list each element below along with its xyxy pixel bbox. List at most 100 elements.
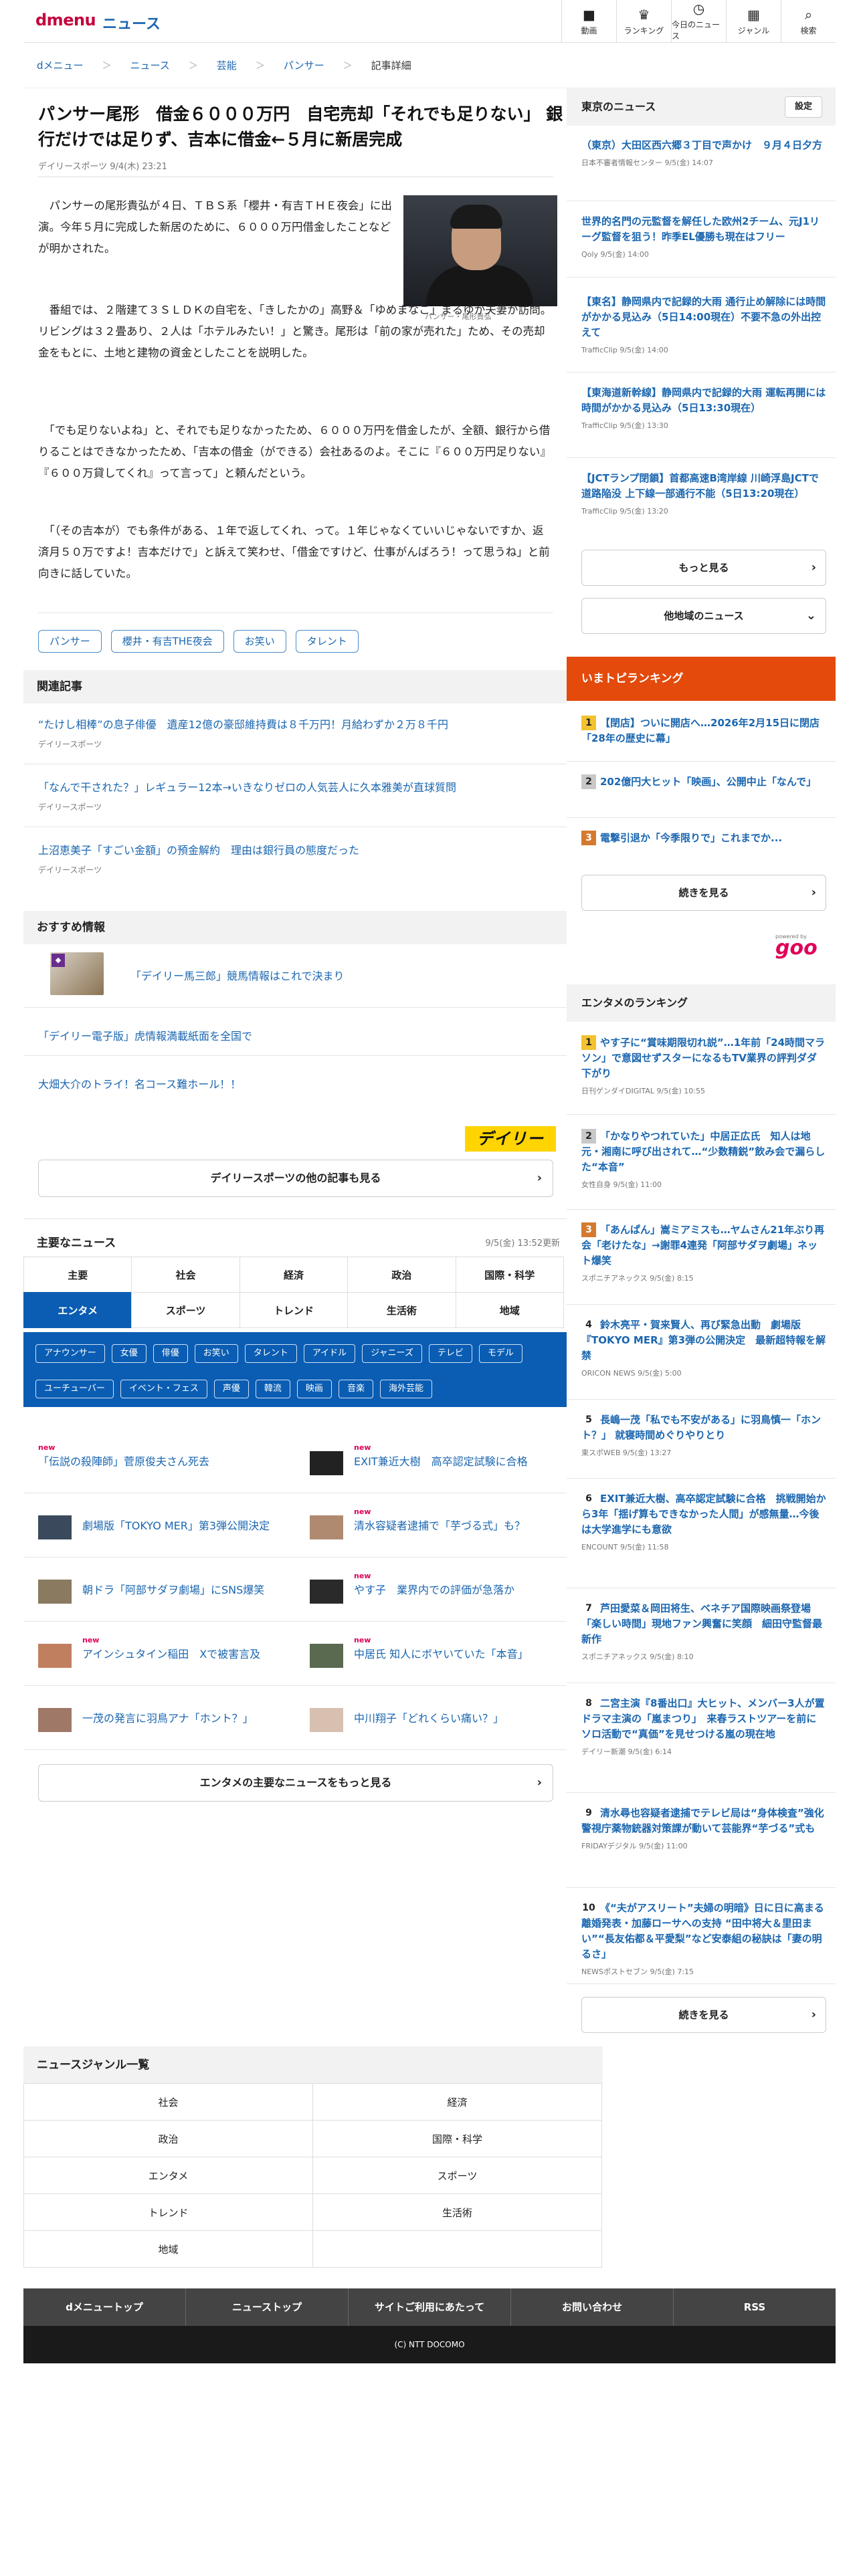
settings-button[interactable]: 設定	[785, 96, 822, 118]
ranking-title[interactable]: 202億円大ヒット「映画」、公開中止「なんで」	[600, 776, 816, 788]
keyword-tag[interactable]: 音楽	[338, 1380, 373, 1398]
footer-link-news-top[interactable]: ニューストップ	[186, 2288, 349, 2326]
related-title[interactable]: “たけし相棒”の息子俳優 遺産12億の豪邸維持費は８千万円！月給わずか２万８千円	[38, 717, 553, 733]
genre-item[interactable]: 社会	[23, 2083, 313, 2121]
tab-keizai[interactable]: 経済	[239, 1257, 349, 1293]
local-news-title[interactable]: 【東海道新幹線】静岡県内で記録的大雨 運転再開には時間がかかる見込み（5日13:…	[581, 385, 826, 416]
keyword-tag[interactable]: 映画	[296, 1380, 332, 1398]
tab-kokusai[interactable]: 国際・科学	[455, 1257, 564, 1293]
news-item[interactable]: new アインシュタイン稲田 Xで被害言及	[23, 1621, 295, 1685]
ranking-title[interactable]: 電撃引退か「今季限りで」これまでか...	[600, 832, 782, 844]
article-photo[interactable]	[403, 195, 557, 306]
ranking-item[interactable]: 1 やす子に“賞味期限切れ説”…1年前「24時間マラソン」で意図せずスターになるも…	[581, 1035, 826, 1096]
ranking-item[interactable]: 3 「あんぱん」嵩ミアミスも…ヤムさん21年ぶり再会「老けたな」→謝罪4連発「阿部…	[581, 1222, 826, 1283]
local-news-item[interactable]: 世界的名門の元監督を解任した欧州2チーム、元J1リーグ監督を狙う！昨季EL優勝も…	[581, 214, 826, 259]
keyword-tag[interactable]: お笑い	[194, 1344, 238, 1363]
daily-sports-logo[interactable]: デイリー	[465, 1126, 556, 1152]
ranking-title[interactable]: 「かなりやつれていた」中居正広氏 知人は地元・湘南に呼び出されて…“少数精鋭”飲…	[581, 1130, 825, 1173]
news-item[interactable]: 朝ドラ「阿部サダヲ劇場」にSNS爆笑	[23, 1557, 295, 1621]
keyword-tag[interactable]: 韓流	[255, 1380, 290, 1398]
tokyo-more-button[interactable]: もっと見る ›	[581, 550, 826, 586]
keyword-tag[interactable]: 俳優	[153, 1344, 188, 1363]
local-news-item[interactable]: 【東海道新幹線】静岡県内で記録的大雨 運転再開には時間がかかる見込み（5日13:…	[581, 385, 826, 431]
ranking-item[interactable]: 7 芦田愛菜＆岡田将生、ベネチア国際映画祭登場「楽しい時間」現地ファン興奮に笑顔 …	[581, 1601, 826, 1662]
ranking-item[interactable]: 2 202億円大ヒット「映画」、公開中止「なんで」	[581, 774, 826, 790]
news-title[interactable]: 中川翔子「どれくらい痛い？」	[354, 1711, 555, 1727]
ranking-item[interactable]: 6 EXIT兼近大樹、高卒認定試験に合格 挑戦開始から3年「揺げ算もできなかった人…	[581, 1491, 826, 1552]
local-news-title[interactable]: 【東名】静岡県内で記録的大雨 通行止め解除には時間がかかる見込み（5日14:00…	[581, 294, 826, 340]
tag-link[interactable]: 櫻井・有吉THE夜会	[110, 630, 224, 653]
footer-link-dmenu-top[interactable]: dメニュートップ	[23, 2288, 186, 2326]
genre-item[interactable]: 生活術	[312, 2193, 602, 2231]
ranking-item[interactable]: 3 電撃引退か「今季限りで」これまでか...	[581, 831, 826, 846]
tab-shuyou[interactable]: 主要	[23, 1257, 132, 1293]
tag-link[interactable]: タレント	[295, 630, 359, 653]
keyword-tag[interactable]: イベント・フェス	[120, 1380, 207, 1398]
ranking-item[interactable]: 2 「かなりやつれていた」中居正広氏 知人は地元・湘南に呼び出されて…“少数精鋭”…	[581, 1129, 826, 1190]
ranking-title[interactable]: EXIT兼近大樹、高卒認定試験に合格 挑戦開始から3年「揺げ算もできなかった人間…	[581, 1493, 826, 1535]
news-item[interactable]: new 「伝説の殺陣師」菅原俊夫さん死去	[23, 1428, 295, 1493]
ranking-item[interactable]: 5 長嶋一茂「私でも不安がある」に羽鳥慎一「ホント？」 就寝時間めぐりやりとり 東ス…	[581, 1412, 826, 1458]
keyword-tag[interactable]: 声優	[213, 1380, 249, 1398]
osusume-item[interactable]: 大畑大介のトライ！名コース難ホール！！	[38, 1075, 241, 1091]
news-title[interactable]: アインシュタイン稲田 Xで被害言及	[82, 1646, 283, 1662]
tab-shakai[interactable]: 社会	[131, 1257, 240, 1293]
keyword-tag[interactable]: テレビ	[428, 1344, 472, 1363]
ranking-title[interactable]: 長嶋一茂「私でも不安がある」に羽鳥慎一「ホント？」 就寝時間めぐりやりとり	[581, 1414, 821, 1441]
local-news-title[interactable]: （東京）大田区西六郷３丁目で声かけ ９月４日夕方	[581, 138, 826, 153]
genre-item[interactable]: 地域	[23, 2230, 313, 2268]
genre-item[interactable]: 経済	[312, 2083, 602, 2121]
news-title[interactable]: 劇場版「TOKYO MER」第3弾公開決定	[82, 1518, 283, 1534]
news-title[interactable]: 清水容疑者逮捕で「芋づる式」も？	[354, 1518, 555, 1534]
ranking-title[interactable]: 芦田愛菜＆岡田将生、ベネチア国際映画祭登場「楽しい時間」現地ファン興奮に笑顔 細…	[581, 1602, 822, 1645]
ranking-item[interactable]: 1 【閉店】ついに開店へ…2026年2月15日に閉店「28年の歴史に幕」	[581, 716, 826, 746]
ranking-title[interactable]: 【閉店】ついに開店へ…2026年2月15日に閉店「28年の歴史に幕」	[581, 717, 820, 744]
news-item[interactable]: new やす子 業界内での評価が急落か	[295, 1557, 567, 1621]
other-region-dropdown[interactable]: 他地域のニュース ⌄	[581, 598, 826, 634]
news-item[interactable]: 一茂の発言に羽鳥アナ「ホント？」	[23, 1685, 295, 1749]
breadcrumb-dmenu[interactable]: dメニュー	[37, 58, 84, 72]
local-news-title[interactable]: 世界的名門の元監督を解任した欧州2チーム、元J1リーグ監督を狙う！昨季EL優勝も…	[581, 214, 826, 245]
ranking-title[interactable]: 二宮主演『8番出口』大ヒット、メンバー3人が置ドラマ主演の「嵐まつり」 来春ラス…	[581, 1697, 825, 1740]
news-item[interactable]: new EXIT兼近大樹 高卒認定試験に合格	[295, 1428, 567, 1493]
footer-link-terms[interactable]: サイトご利用にあたって	[349, 2288, 511, 2326]
ranking-item[interactable]: 10 《“夫がアスリート”夫婦の明暗》日に日に高まる離婚発表・加藤ローサへの支持 …	[581, 1901, 826, 1977]
genre-item[interactable]: スポーツ	[312, 2157, 602, 2194]
nav-video[interactable]: ■ 動画	[561, 0, 616, 43]
footer-link-contact[interactable]: お問い合わせ	[511, 2288, 674, 2326]
ranking-item[interactable]: 4 鈴木亮平・賀来賢人、再び緊急出動 劇場版『TOKYO MER』第3弾の公開決定…	[581, 1317, 826, 1378]
genre-item[interactable]: トレンド	[23, 2193, 313, 2231]
tab-entame[interactable]: エンタメ	[23, 1292, 132, 1328]
tab-seiji[interactable]: 政治	[347, 1257, 456, 1293]
news-item[interactable]: 中川翔子「どれくらい痛い？」	[295, 1685, 567, 1749]
news-title[interactable]: EXIT兼近大樹 高卒認定試験に合格	[354, 1454, 555, 1470]
dmenu-logo[interactable]: dmenu	[35, 11, 96, 29]
local-news-title[interactable]: 【JCTランプ閉鎖】首都高速B湾岸線 川崎浮島JCTで道路陥没 上下線一部通行不…	[581, 471, 826, 502]
tag-link[interactable]: お笑い	[233, 630, 286, 653]
nav-search[interactable]: ⌕ 検索	[781, 0, 836, 43]
related-item[interactable]: 上沼恵美子「すごい金額」の預金解約 理由は銀行員の態度だった デイリースポーツ	[38, 843, 553, 875]
osusume-item[interactable]: 「デイリー電子版」虎情報満載紙面を全国で	[38, 1027, 252, 1043]
nav-genre[interactable]: ▦ ジャンル	[726, 0, 781, 43]
news-title[interactable]: 「伝説の殺陣師」菅原俊夫さん死去	[38, 1454, 239, 1470]
news-title[interactable]: 中居氏 知人にボヤいていた「本音」	[354, 1646, 555, 1662]
keyword-tag[interactable]: アイドル	[303, 1344, 356, 1363]
footer-link-rss[interactable]: RSS	[674, 2288, 836, 2326]
local-news-item[interactable]: 【東名】静岡県内で記録的大雨 通行止め解除には時間がかかる見込み（5日14:00…	[581, 294, 826, 355]
keyword-tag[interactable]: 海外芸能	[379, 1380, 432, 1398]
entame-more-button[interactable]: エンタメの主要なニュースをもっと見る ›	[38, 1764, 553, 1802]
genre-item[interactable]: 政治	[23, 2120, 313, 2157]
ranking-title[interactable]: 《“夫がアスリート”夫婦の明暗》日に日に高まる離婚発表・加藤ローサへの支持 “田…	[581, 1902, 824, 1960]
news-title[interactable]: 朝ドラ「阿部サダヲ劇場」にSNS爆笑	[82, 1582, 283, 1598]
keyword-tag[interactable]: 女優	[111, 1344, 147, 1363]
tab-seikatsu[interactable]: 生活術	[347, 1292, 456, 1328]
ranking-title[interactable]: 「あんぱん」嵩ミアミスも…ヤムさん21年ぶり再会「老けたな」→謝罪4連発「阿部サ…	[581, 1224, 824, 1267]
breadcrumb-panther[interactable]: パンサー	[284, 58, 324, 72]
ranking-title[interactable]: 清水尋也容疑者逮捕でテレビ局は“身体検査”強化 警視庁薬物銃器対策課が動いて芸能…	[581, 1807, 834, 1834]
news-title[interactable]: 一茂の発言に羽鳥アナ「ホント？」	[82, 1711, 283, 1727]
news-item[interactable]: new 中居氏 知人にボヤいていた「本音」	[295, 1621, 567, 1685]
keyword-tag[interactable]: タレント	[244, 1344, 297, 1363]
news-item[interactable]: new 清水容疑者逮捕で「芋づる式」も？	[295, 1493, 567, 1557]
news-title[interactable]: やす子 業界内での評価が急落か	[354, 1582, 555, 1598]
ranking-title[interactable]: やす子に“賞味期限切れ説”…1年前「24時間マラソン」で意図せずスターになるもT…	[581, 1037, 825, 1079]
